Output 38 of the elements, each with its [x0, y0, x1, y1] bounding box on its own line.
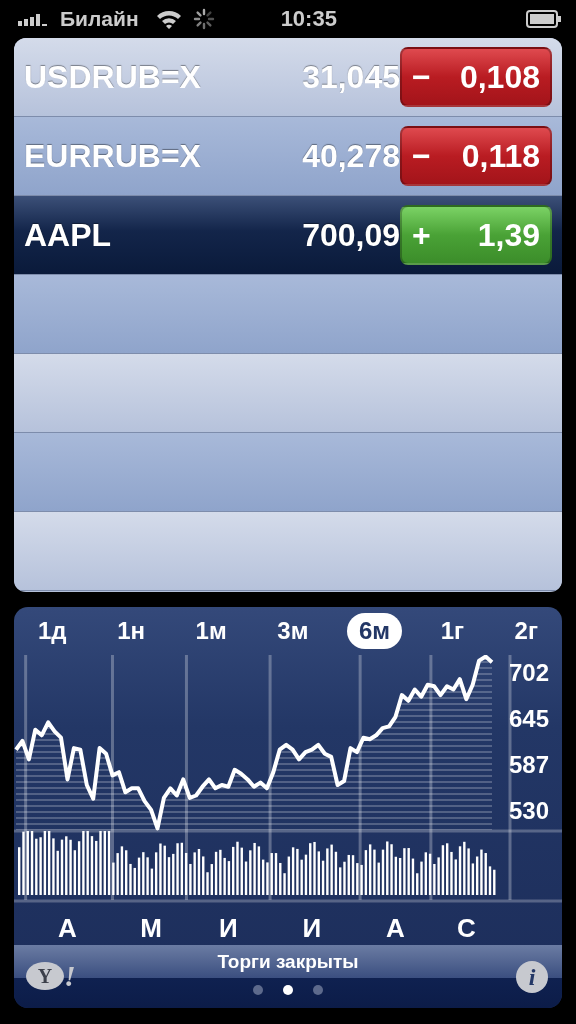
month-label: И [218, 913, 238, 943]
range-tab[interactable]: 2г [502, 613, 550, 649]
signal-icon [18, 12, 50, 26]
carrier-name: Билайн [60, 7, 139, 31]
range-tab[interactable]: 1н [105, 613, 157, 649]
change-button[interactable]: − 0,118 [400, 126, 552, 186]
range-tab[interactable]: 6м [346, 613, 403, 649]
y-axis-label: 702 [509, 658, 549, 686]
y-axis-label: 645 [509, 704, 549, 732]
page-dot[interactable] [283, 985, 293, 995]
activity-spinner-icon [192, 8, 215, 30]
market-status: Торги закрыты [217, 951, 359, 973]
stock-symbol: USDRUB=X [24, 58, 202, 96]
month-label: А [58, 913, 77, 943]
stock-row[interactable]: USDRUB=X 31,045 − 0,108 [14, 38, 562, 117]
stock-symbol: EURRUB=X [24, 137, 202, 175]
stock-price: 31,045 [301, 58, 400, 96]
month-label: С [456, 913, 476, 943]
stock-price: 40,278 [301, 137, 400, 175]
info-button[interactable]: i [516, 961, 548, 993]
month-label: И [302, 913, 322, 943]
battery-icon [526, 10, 562, 28]
stock-symbol: AAPL [24, 216, 113, 254]
change-button[interactable]: − 0,108 [400, 47, 552, 107]
range-tab[interactable]: 3м [265, 613, 321, 649]
y-axis-label: 530 [509, 796, 549, 824]
stock-row[interactable]: EURRUB=X 40,278 − 0,118 [14, 117, 562, 196]
month-label: А [386, 913, 405, 943]
stock-row[interactable]: AAPL 700,09 + 1,39 [14, 196, 562, 275]
range-tab[interactable]: 1г [428, 613, 476, 649]
page-dot[interactable] [253, 985, 263, 995]
stock-price: 700,09 [301, 216, 400, 254]
page-dot[interactable] [313, 985, 323, 995]
y-axis-label: 587 [509, 751, 549, 779]
range-tab[interactable]: 1м [183, 613, 239, 649]
month-label: М [140, 913, 162, 943]
clock-time: 10:35 [280, 6, 337, 32]
range-tab[interactable]: 1д [26, 613, 79, 649]
